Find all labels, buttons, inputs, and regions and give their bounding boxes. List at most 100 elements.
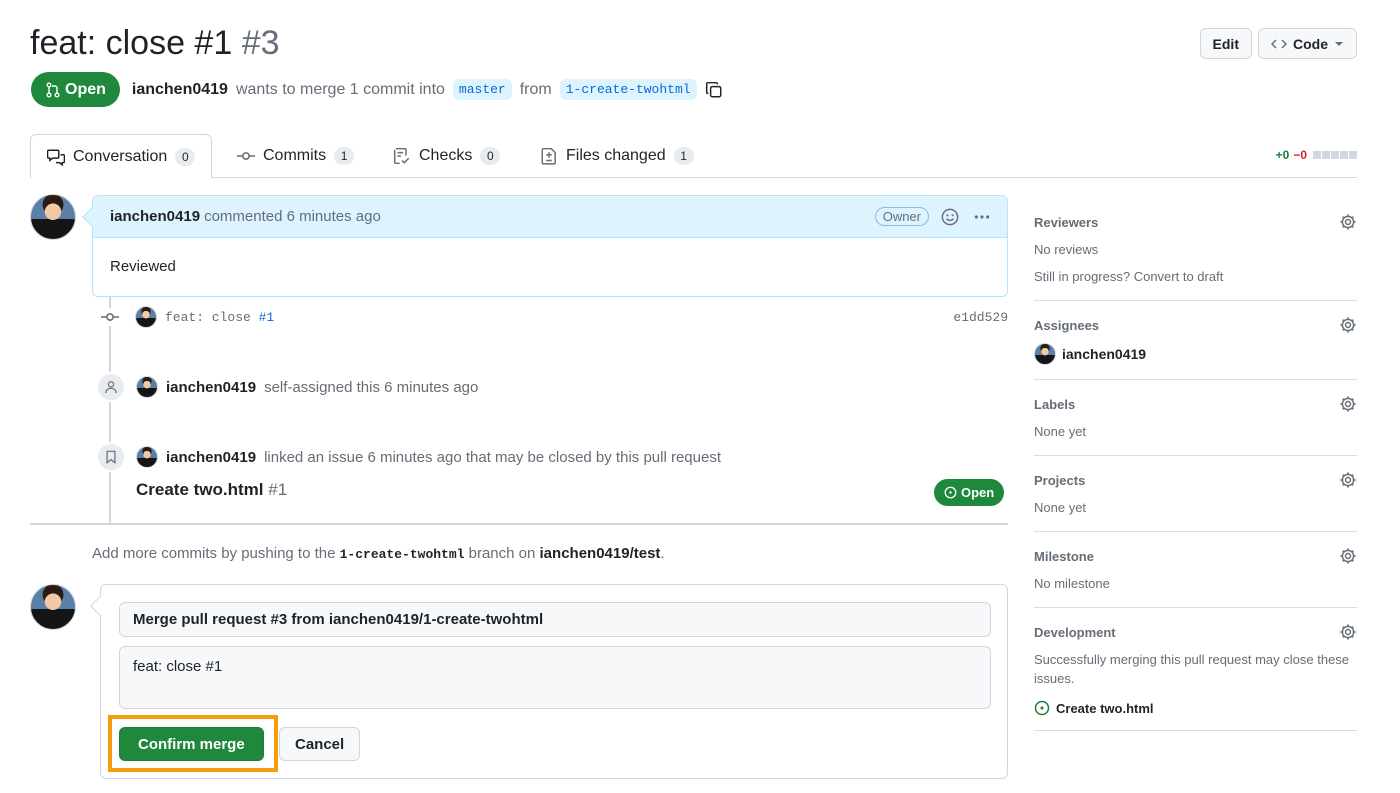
- avatar[interactable]: [135, 306, 157, 328]
- tab-checks-count: 0: [480, 147, 501, 165]
- tab-checks[interactable]: Checks 0: [393, 134, 501, 178]
- checklist-icon: [393, 147, 411, 165]
- development-issue-link[interactable]: Create two.html: [1056, 701, 1154, 716]
- pr-title: feat: close #1 #3: [30, 22, 280, 64]
- git-commit-icon: [101, 308, 119, 326]
- sidebar-development: Development Successfully merging this pu…: [1034, 608, 1357, 731]
- reviewers-label[interactable]: Reviewers: [1034, 215, 1098, 230]
- pr-meta: Open ianchen0419 wants to merge 1 commit…: [31, 72, 723, 107]
- push-hint-suffix: .: [660, 545, 665, 562]
- link-user-link[interactable]: ianchen0419: [166, 449, 256, 466]
- file-diff-icon: [540, 147, 558, 165]
- smiley-icon[interactable]: [941, 208, 959, 226]
- assign-text: self-assigned this 6 minutes ago: [264, 378, 479, 396]
- pr-title-text: feat: close #1: [30, 24, 233, 62]
- issue-open-badge: Open: [934, 479, 1005, 506]
- merge-form: feat: close #1 Confirm merge Cancel: [90, 584, 1008, 779]
- cancel-button[interactable]: Cancel: [279, 727, 361, 761]
- convert-to-draft-link[interactable]: Still in progress? Convert to draft: [1034, 267, 1357, 286]
- copy-icon[interactable]: [705, 81, 723, 99]
- comment: ianchen0419 commented 6 minutes ago Owne…: [82, 195, 1008, 297]
- sidebar: Reviewers No reviews Still in progress? …: [1034, 198, 1357, 731]
- comment-timestamp[interactable]: commented 6 minutes ago: [204, 208, 381, 225]
- gear-icon[interactable]: [1339, 395, 1357, 413]
- merge-message-textarea[interactable]: feat: close #1: [119, 646, 991, 709]
- pr-tabs: Conversation 0 Commits 1 Checks 0 Files …: [30, 134, 1357, 179]
- bookmark-icon: [96, 442, 126, 472]
- avatar[interactable]: [1034, 343, 1056, 365]
- chevron-down-icon: [1334, 39, 1344, 49]
- push-hint-branch: 1-create-twohtml: [339, 547, 465, 562]
- edit-button-label: Edit: [1212, 35, 1239, 52]
- edit-button[interactable]: Edit: [1199, 28, 1252, 59]
- git-pull-request-icon: [45, 82, 61, 98]
- code-button[interactable]: Code: [1258, 28, 1357, 59]
- merge-text: wants to merge 1 commit into: [235, 80, 445, 98]
- avatar[interactable]: [30, 194, 76, 240]
- git-commit-icon: [237, 147, 255, 165]
- code-button-label: Code: [1293, 35, 1328, 52]
- tab-commits-count: 1: [334, 147, 355, 165]
- base-branch[interactable]: master: [452, 79, 512, 100]
- timeline-commit: feat: close #1: [101, 306, 274, 328]
- linked-issue[interactable]: Create two.html #1: [136, 480, 287, 500]
- diffstat-blocks: [1313, 151, 1357, 159]
- head-branch[interactable]: 1-create-twohtml: [559, 79, 697, 100]
- pr-number: #3: [241, 24, 280, 62]
- tab-commits[interactable]: Commits 1: [237, 134, 355, 178]
- comment-discussion-icon: [47, 148, 65, 166]
- tab-checks-label: Checks: [419, 147, 473, 164]
- sidebar-reviewers: Reviewers No reviews Still in progress? …: [1034, 198, 1357, 301]
- tab-conversation[interactable]: Conversation 0: [30, 134, 213, 179]
- development-label[interactable]: Development: [1034, 625, 1116, 640]
- merge-title-input[interactable]: [119, 602, 991, 637]
- tab-commits-label: Commits: [263, 147, 327, 164]
- issue-open-label: Open: [961, 485, 995, 500]
- projects-value: None yet: [1034, 500, 1087, 515]
- sidebar-assignees: Assignees ianchen0419: [1034, 301, 1357, 380]
- push-hint-prefix: Add more commits by pushing to the: [92, 545, 336, 562]
- pr-author-link[interactable]: ianchen0419: [132, 81, 228, 99]
- timeline-break: [30, 523, 1008, 525]
- assignee-link[interactable]: ianchen0419: [1062, 346, 1146, 362]
- push-hint-repo[interactable]: ianchen0419/test: [540, 545, 661, 562]
- avatar[interactable]: [136, 376, 158, 398]
- labels-label[interactable]: Labels: [1034, 397, 1075, 412]
- linked-issue-title[interactable]: Create two.html: [136, 480, 264, 499]
- assignees-label[interactable]: Assignees: [1034, 318, 1099, 333]
- timeline-linked: ianchen0419 linked an issue 6 minutes ag…: [96, 442, 721, 472]
- commit-message[interactable]: feat: close: [165, 310, 259, 325]
- avatar[interactable]: [30, 584, 76, 630]
- sidebar-milestone: Milestone No milestone: [1034, 532, 1357, 608]
- owner-badge: Owner: [874, 207, 929, 226]
- tab-files-changed[interactable]: Files changed 1: [540, 134, 694, 178]
- pr-state-label: Open: [65, 80, 106, 98]
- labels-value: None yet: [1034, 424, 1087, 439]
- avatar[interactable]: [136, 446, 158, 468]
- diffstat-deletions: −0: [1293, 148, 1307, 162]
- tab-files-changed-label: Files changed: [566, 147, 666, 164]
- reviewers-value: No reviews: [1034, 242, 1099, 257]
- assign-user-link[interactable]: ianchen0419: [166, 379, 256, 396]
- timeline-line: [109, 296, 111, 524]
- gear-icon[interactable]: [1339, 213, 1357, 231]
- gear-icon[interactable]: [1339, 623, 1357, 641]
- link-text: linked an issue 6 minutes ago that may b…: [264, 448, 721, 466]
- comment-author-link[interactable]: ianchen0419: [110, 208, 200, 225]
- gear-icon[interactable]: [1339, 471, 1357, 489]
- gear-icon[interactable]: [1339, 316, 1357, 334]
- commit-issue-link[interactable]: #1: [259, 310, 275, 325]
- projects-label[interactable]: Projects: [1034, 473, 1085, 488]
- milestone-label[interactable]: Milestone: [1034, 549, 1094, 564]
- code-icon: [1271, 36, 1287, 52]
- gear-icon[interactable]: [1339, 547, 1357, 565]
- development-text: Successfully merging this pull request m…: [1034, 652, 1350, 686]
- milestone-value: No milestone: [1034, 576, 1110, 591]
- tab-files-changed-count: 1: [673, 147, 694, 165]
- kebab-horizontal-icon[interactable]: [973, 208, 991, 226]
- from-text: from: [519, 80, 552, 98]
- tab-conversation-count: 0: [175, 147, 196, 166]
- pr-state-badge: Open: [31, 72, 120, 107]
- commit-sha[interactable]: e1dd529: [953, 310, 1008, 325]
- confirm-merge-button[interactable]: Confirm merge: [119, 727, 264, 761]
